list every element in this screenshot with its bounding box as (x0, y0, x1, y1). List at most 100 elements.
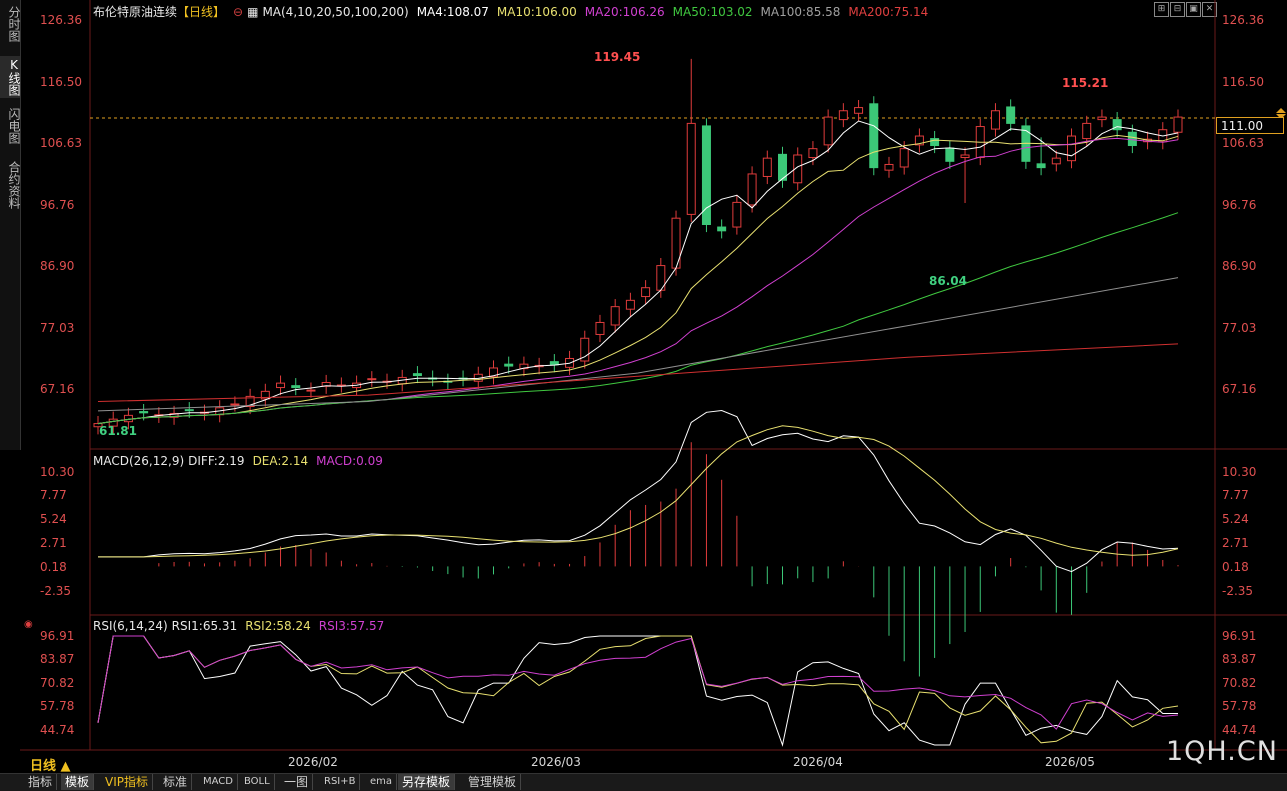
price-tick: 86.90 (1222, 259, 1257, 273)
tab-indicators[interactable]: 指标 (24, 774, 58, 790)
x-tick: 2026/05 (1045, 755, 1095, 769)
rsi24-line (97, 635, 1179, 730)
rsi6-line (97, 635, 1178, 747)
candle-body (610, 306, 620, 326)
ma20-line (97, 137, 1179, 425)
candle-body (899, 148, 909, 168)
candle-body (747, 173, 757, 206)
tab-vip-indicators[interactable]: VIP指标 (101, 774, 153, 790)
manage-template-button[interactable]: 管理模板 (464, 774, 522, 790)
candle-body (123, 414, 133, 423)
tab-rsi-b[interactable]: RSI+B (320, 774, 361, 790)
candle-body (1173, 116, 1183, 133)
price-tick: 126.36 (1222, 13, 1264, 27)
macd-tick: 7.77 (40, 488, 67, 502)
candle-body (854, 107, 864, 114)
diff-line (98, 409, 1179, 573)
macd-tick: 2.71 (1222, 536, 1249, 550)
candle-body (291, 385, 301, 389)
macd-tick: -2.35 (1222, 584, 1254, 598)
candle-body (595, 321, 605, 335)
x-tick: 2026/02 (288, 755, 338, 769)
price-tick: 106.63 (1222, 136, 1264, 150)
tab-boll[interactable]: BOLL (240, 774, 275, 790)
candle-body (625, 299, 635, 310)
macd-tick: 7.77 (1222, 488, 1249, 502)
dea-line (98, 425, 1179, 558)
rsi-tick: 44.74 (1222, 723, 1257, 737)
candle-body (823, 116, 833, 146)
rsi-tick: 96.91 (1222, 629, 1257, 643)
ma100-line (97, 277, 1179, 412)
rsi-tick: 96.91 (40, 629, 75, 643)
price-tick: 116.50 (1222, 75, 1264, 89)
candle-body (1097, 116, 1107, 121)
rsi14-line (97, 635, 1179, 744)
price-tick: 67.16 (1222, 382, 1257, 396)
price-tick: 106.63 (40, 136, 82, 150)
ma10-line (97, 134, 1179, 425)
candle-body (276, 382, 286, 389)
rsi-tick: 83.87 (1222, 652, 1257, 666)
macd-tick: 0.18 (1222, 560, 1249, 574)
rsi-tick: 83.87 (40, 652, 75, 666)
annotation-high1: 119.45 (594, 50, 640, 64)
candle-body (930, 138, 940, 147)
watermark-logo: 1QH.CN (1166, 736, 1278, 767)
x-tick: 2026/04 (793, 755, 843, 769)
candle-body (732, 201, 742, 228)
rsi-tick: 70.82 (40, 676, 75, 690)
macd-tick: 5.24 (40, 512, 67, 526)
tab-ema[interactable]: ema (366, 774, 398, 790)
candle-body (504, 363, 514, 367)
candlestick-series (93, 58, 1183, 435)
rsi-target-icon[interactable]: ◉ (24, 619, 33, 630)
macd-tick: 0.18 (40, 560, 67, 574)
rsi-tick: 44.74 (40, 723, 75, 737)
macd-tick: 10.30 (40, 465, 75, 479)
tab-one-chart[interactable]: 一图 (280, 774, 314, 790)
tab-template[interactable]: 模板 (61, 774, 95, 790)
x-tick: 2026/03 (531, 755, 581, 769)
rsi2-value: RSI2:58.24 (245, 619, 311, 633)
candle-body (1051, 157, 1061, 165)
rsi-tick: 70.82 (1222, 676, 1257, 690)
chart-canvas[interactable]: 119.45 115.21 86.04 61.81 (0, 0, 1287, 790)
price-tick: 77.03 (40, 321, 75, 335)
macd-tick: -2.35 (40, 584, 72, 598)
candle-body (701, 125, 711, 226)
bottom-toolbar (0, 773, 1287, 791)
candle-body (641, 287, 651, 298)
price-tick: 96.76 (1222, 198, 1257, 212)
candle-body (139, 411, 149, 414)
current-price-box: 111.00 (1216, 117, 1284, 134)
rsi1-value: RSI1:65.31 (171, 619, 238, 633)
candle-body (367, 378, 377, 381)
annotation-low2: 61.81 (99, 424, 137, 438)
candle-body (412, 373, 422, 377)
candle-body (960, 154, 970, 159)
macd-tick: 5.24 (1222, 512, 1249, 526)
save-template-button[interactable]: 另存模板 (398, 774, 456, 790)
candle-body (184, 409, 194, 412)
candle-body (762, 157, 772, 177)
price-tick: 126.36 (40, 13, 82, 27)
period-selector[interactable]: 日线 ▲ (30, 755, 71, 774)
tab-macd[interactable]: MACD (199, 774, 238, 790)
macd-tick: 2.71 (40, 536, 67, 550)
candle-body (1127, 131, 1137, 147)
candle-body (686, 122, 696, 215)
annotation-low1: 86.04 (929, 274, 967, 288)
candle-body (884, 163, 894, 171)
rsi-legend: RSI(6,14,24) RSI1:65.31 RSI2:58.24 RSI3:57.… (93, 619, 392, 633)
candle-body (1036, 163, 1046, 169)
macd-legend: MACD(26,12,9) DIFF:2.19 DEA:2.14 MACD:0.09 (93, 454, 391, 468)
rsi-tick: 57.78 (1222, 699, 1257, 713)
candle-body (838, 110, 848, 121)
candle-body (306, 389, 316, 392)
tab-standard[interactable]: 标准 (159, 774, 193, 790)
price-tick: 77.03 (1222, 321, 1257, 335)
rsi3-value: RSI3:57.57 (318, 619, 385, 633)
candle-body (1082, 122, 1092, 140)
macd-dea: DEA:2.14 (252, 454, 309, 468)
